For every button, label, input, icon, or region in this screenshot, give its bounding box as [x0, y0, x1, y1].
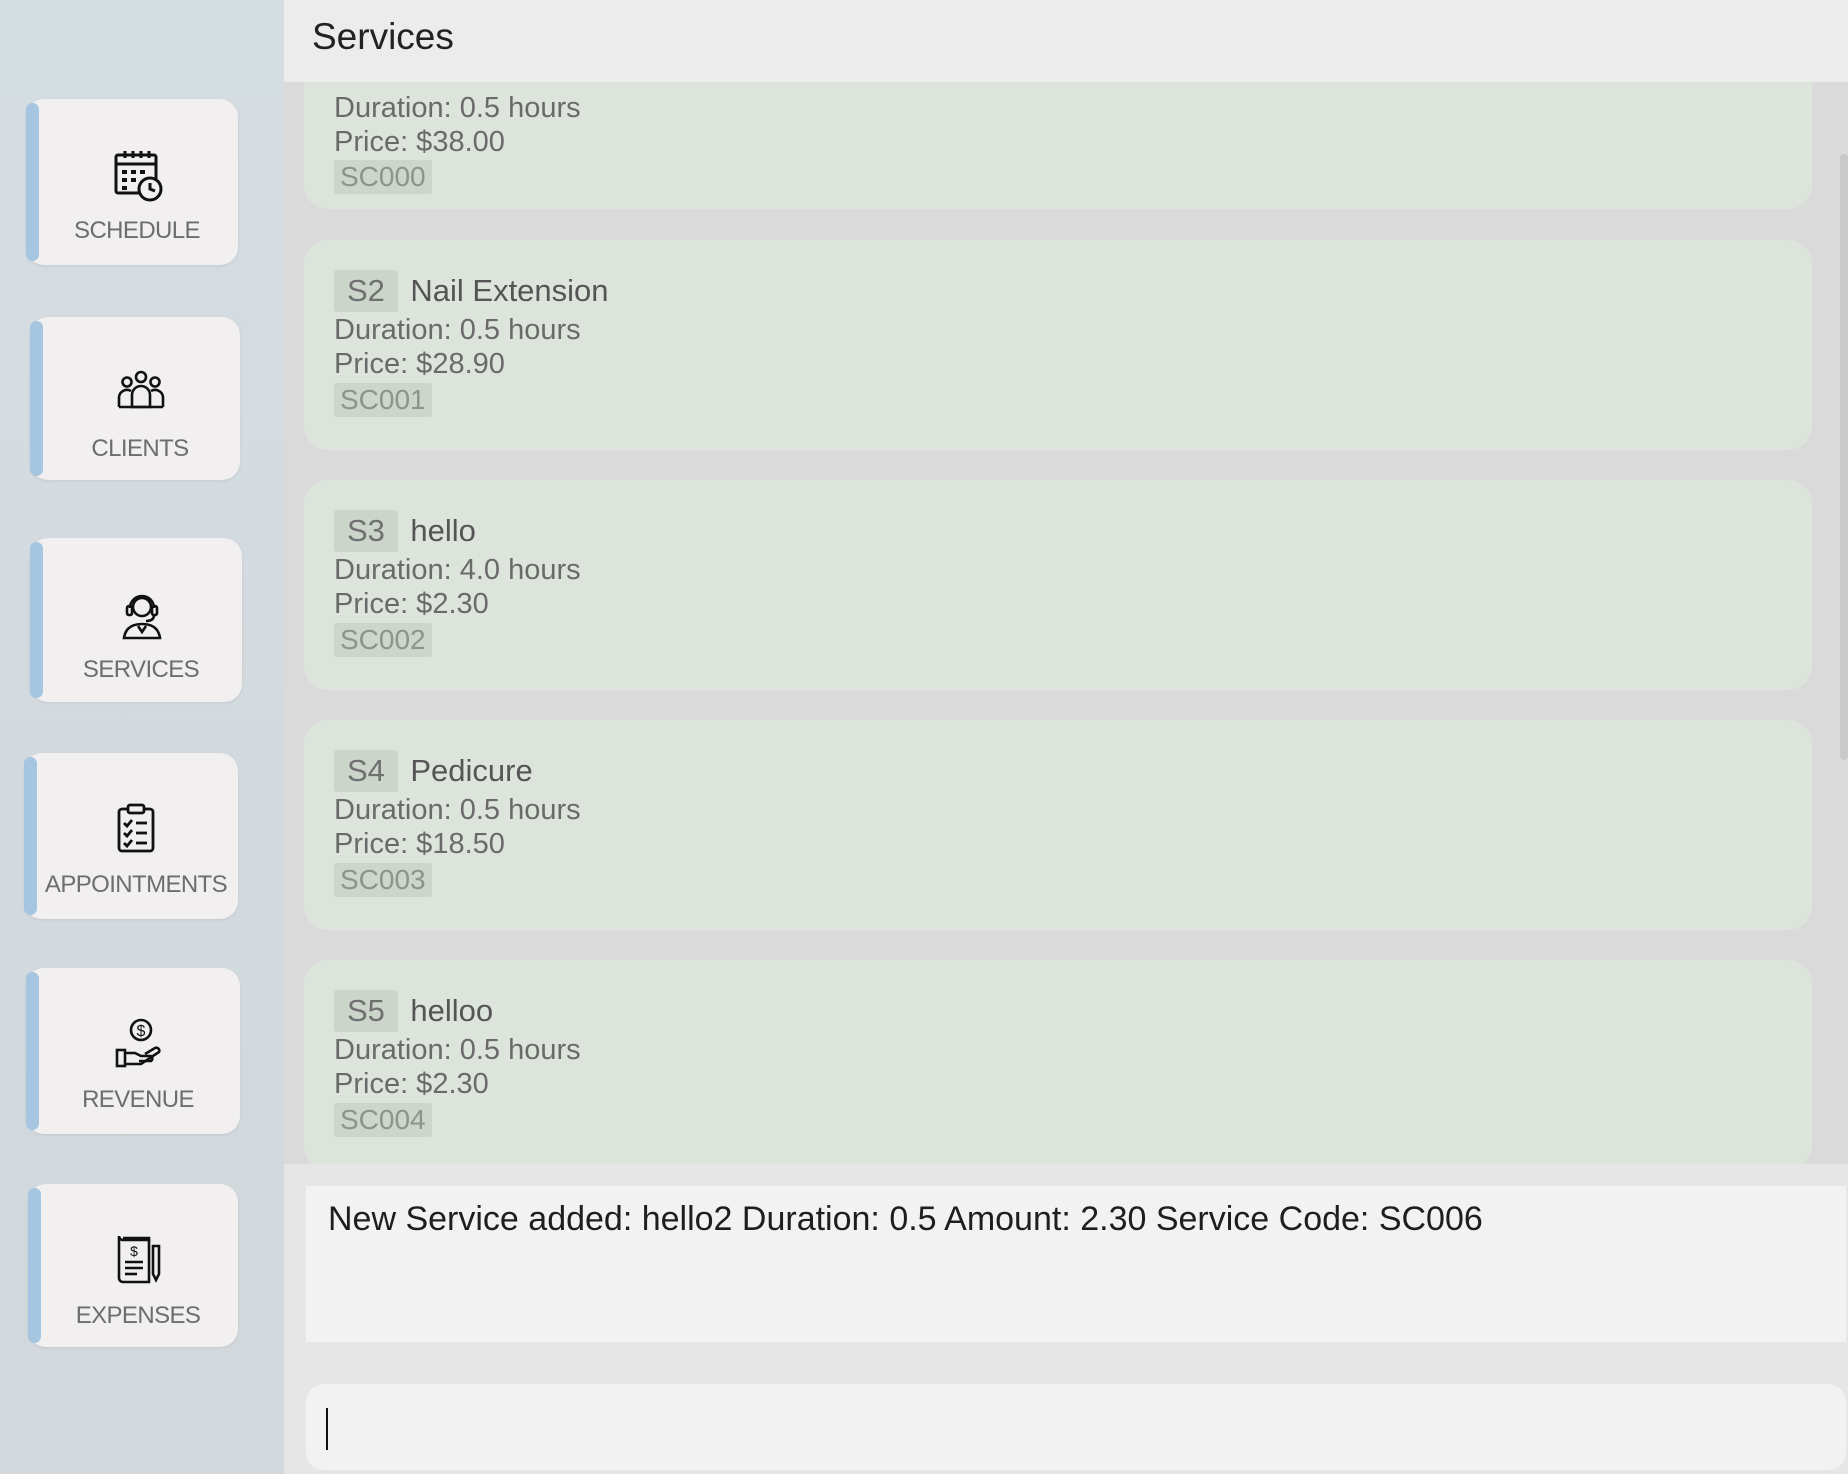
clipboard-check-icon — [109, 801, 165, 857]
service-title-row: S5 helloo — [334, 990, 493, 1034]
result-message: New Service added: hello2 Duration: 0.5 … — [328, 1200, 1483, 1238]
nav-label: SCHEDULE — [74, 217, 201, 244]
invoice-pen-icon: $ — [111, 1232, 167, 1288]
service-index-badge: S2 — [334, 270, 398, 312]
service-duration: Duration: 4.0 hours — [334, 554, 581, 586]
service-code-tag: SC000 — [334, 160, 432, 194]
service-index-badge: S5 — [334, 990, 398, 1032]
service-card[interactable]: S4 Pedicure Duration: 0.5 hours Price: $… — [304, 720, 1812, 930]
nav-schedule-button[interactable]: SCHEDULE — [26, 99, 238, 265]
service-code-tag: SC002 — [334, 623, 432, 657]
service-list[interactable]: S1 Duration: 0.5 hours Price: $38.00 SC0… — [284, 82, 1848, 1164]
service-price: Price: $2.30 — [334, 1068, 489, 1100]
command-input[interactable] — [306, 1384, 1846, 1470]
list-scrollbar[interactable] — [1840, 154, 1848, 760]
service-duration: Duration: 0.5 hours — [334, 314, 581, 346]
service-code-tag: SC004 — [334, 1103, 432, 1137]
nav-label: APPOINTMENTS — [44, 871, 228, 898]
service-duration: Duration: 0.5 hours — [334, 794, 581, 826]
nav-clients-button[interactable]: CLIENTS — [30, 317, 240, 480]
service-index-badge: S3 — [334, 510, 398, 552]
result-display: New Service added: hello2 Duration: 0.5 … — [306, 1186, 1846, 1342]
service-name: hello — [410, 513, 476, 548]
service-index-badge: S4 — [334, 750, 398, 792]
nav-label: REVENUE — [82, 1086, 194, 1113]
nav-expenses-button[interactable]: $ EXPENSES — [28, 1184, 238, 1347]
service-price: Price: $2.30 — [334, 588, 489, 620]
page-title: Services — [312, 16, 454, 57]
service-title-row: S4 Pedicure — [334, 750, 533, 794]
service-name: helloo — [410, 993, 494, 1028]
nav-revenue-button[interactable]: $ REVENUE — [26, 968, 240, 1134]
service-title-row: S2 Nail Extension — [334, 270, 609, 314]
svg-text:$: $ — [137, 1023, 146, 1040]
headset-person-icon — [114, 586, 170, 642]
header: Services — [284, 0, 1848, 82]
service-title-row: S3 hello — [334, 510, 476, 554]
service-card[interactable]: S5 helloo Duration: 0.5 hours Price: $2.… — [304, 960, 1812, 1164]
sidebar: SCHEDULE CLIENTS SERVICES APPOINTMENTS $… — [0, 0, 284, 1474]
service-name: Pedicure — [410, 753, 533, 788]
nav-label: CLIENTS — [91, 435, 189, 462]
calendar-clock-icon — [110, 147, 166, 203]
nav-label: SERVICES — [82, 656, 200, 683]
service-name: Nail Extension — [410, 273, 609, 308]
group-icon — [113, 365, 169, 421]
service-duration: Duration: 0.5 hours — [334, 92, 581, 124]
service-code-tag: SC003 — [334, 863, 432, 897]
nav-services-button[interactable]: SERVICES — [30, 538, 242, 702]
service-code-tag: SC001 — [334, 383, 432, 417]
hand-coin-icon: $ — [111, 1016, 167, 1072]
service-card[interactable]: S2 Nail Extension Duration: 0.5 hours Pr… — [304, 240, 1812, 450]
svg-text:$: $ — [130, 1243, 138, 1259]
service-price: Price: $28.90 — [334, 348, 505, 380]
service-price: Price: $38.00 — [334, 126, 505, 158]
nav-label: EXPENSES — [75, 1302, 201, 1329]
service-card[interactable]: S3 hello Duration: 4.0 hours Price: $2.3… — [304, 480, 1812, 690]
main-panel: Services S1 Duration: 0.5 hours Price: $… — [284, 0, 1848, 1474]
service-price: Price: $18.50 — [334, 828, 505, 860]
text-caret — [326, 1408, 328, 1450]
service-duration: Duration: 0.5 hours — [334, 1034, 581, 1066]
service-card[interactable]: S1 Duration: 0.5 hours Price: $38.00 SC0… — [304, 82, 1812, 209]
nav-appointments-button[interactable]: APPOINTMENTS — [24, 753, 238, 919]
